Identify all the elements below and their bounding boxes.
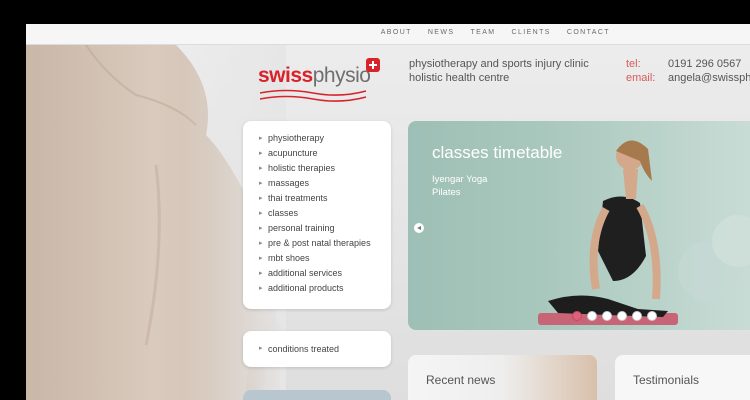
email-label: email: [626,72,656,84]
menu-item-holistic-therapies[interactable]: holistic therapies [259,161,391,176]
page: ABOUT NEWS TEAM CLIENTS CONTACT swissphy… [26,24,750,400]
conditions-box: conditions treated [243,331,391,367]
menu-item-acupuncture[interactable]: acupuncture [259,146,391,161]
slider-prev-arrow-icon[interactable] [414,223,424,233]
testimonials-title: Testimonials [633,373,700,387]
menu-item-thai-treatments[interactable]: thai treatments [259,191,391,206]
nav-item-clients[interactable]: CLIENTS [512,29,551,36]
tagline-line-1: physiotherapy and sports injury clinic [409,58,589,70]
hero-slider: classes timetable Iyengar Yoga Pilates [408,121,750,330]
slider-dot-6[interactable] [647,311,657,321]
nav-item-team[interactable]: TEAM [470,29,495,36]
menu-item-classes[interactable]: classes [259,206,391,221]
tagline-line-2: holistic health centre [409,72,510,84]
tel-value[interactable]: 0191 296 0567 [668,58,741,70]
nav-item-news[interactable]: NEWS [428,29,455,36]
menu-item-additional-products[interactable]: additional products [259,281,391,296]
recent-news-panel[interactable]: Recent news [408,355,597,400]
slide-title: classes timetable [432,143,563,162]
nav-item-contact[interactable]: CONTACT [567,29,610,36]
slide-subtitle: Iyengar Yoga Pilates [432,173,487,199]
email-value[interactable]: angela@swissphysio [668,72,750,84]
site-logo[interactable]: swissphysio [258,58,388,104]
tel-label: tel: [626,58,641,70]
slide-subtitle-line-1: Iyengar Yoga [432,174,488,185]
conditions-treated-link[interactable]: conditions treated [259,344,339,354]
contact-info: tel: 0191 296 0567 email: angela@swissphys… [626,57,750,85]
sidebar-blue-panel [243,390,391,400]
recent-news-title: Recent news [426,373,496,387]
slider-dot-2[interactable] [587,311,597,321]
site-tagline: physiotherapy and sports injury clinic h… [409,57,589,85]
services-menu: physiotherapy acupuncture holistic thera… [243,121,391,309]
menu-item-personal-training[interactable]: personal training [259,221,391,236]
swiss-cross-icon [366,58,380,72]
slider-dot-4[interactable] [617,311,627,321]
menu-item-physiotherapy[interactable]: physiotherapy [259,131,391,146]
main-nav: ABOUT NEWS TEAM CLIENTS CONTACT [381,29,610,36]
slider-dot-1[interactable] [572,311,582,321]
testimonials-panel[interactable]: Testimonials [615,355,750,400]
top-nav-bar: ABOUT NEWS TEAM CLIENTS CONTACT [26,24,750,45]
slider-pagination [572,311,657,321]
logo-waves-icon [259,89,367,102]
menu-item-massages[interactable]: massages [259,176,391,191]
slide-subtitle-line-2: Pilates [432,187,461,198]
menu-item-mbt-shoes[interactable]: mbt shoes [259,251,391,266]
nav-item-about[interactable]: ABOUT [381,29,412,36]
slider-dot-3[interactable] [602,311,612,321]
menu-item-natal-therapies[interactable]: pre & post natal therapies [259,236,391,251]
logo-wordmark: swissphysio [258,64,371,87]
menu-item-additional-services[interactable]: additional services [259,266,391,281]
slider-dot-5[interactable] [632,311,642,321]
